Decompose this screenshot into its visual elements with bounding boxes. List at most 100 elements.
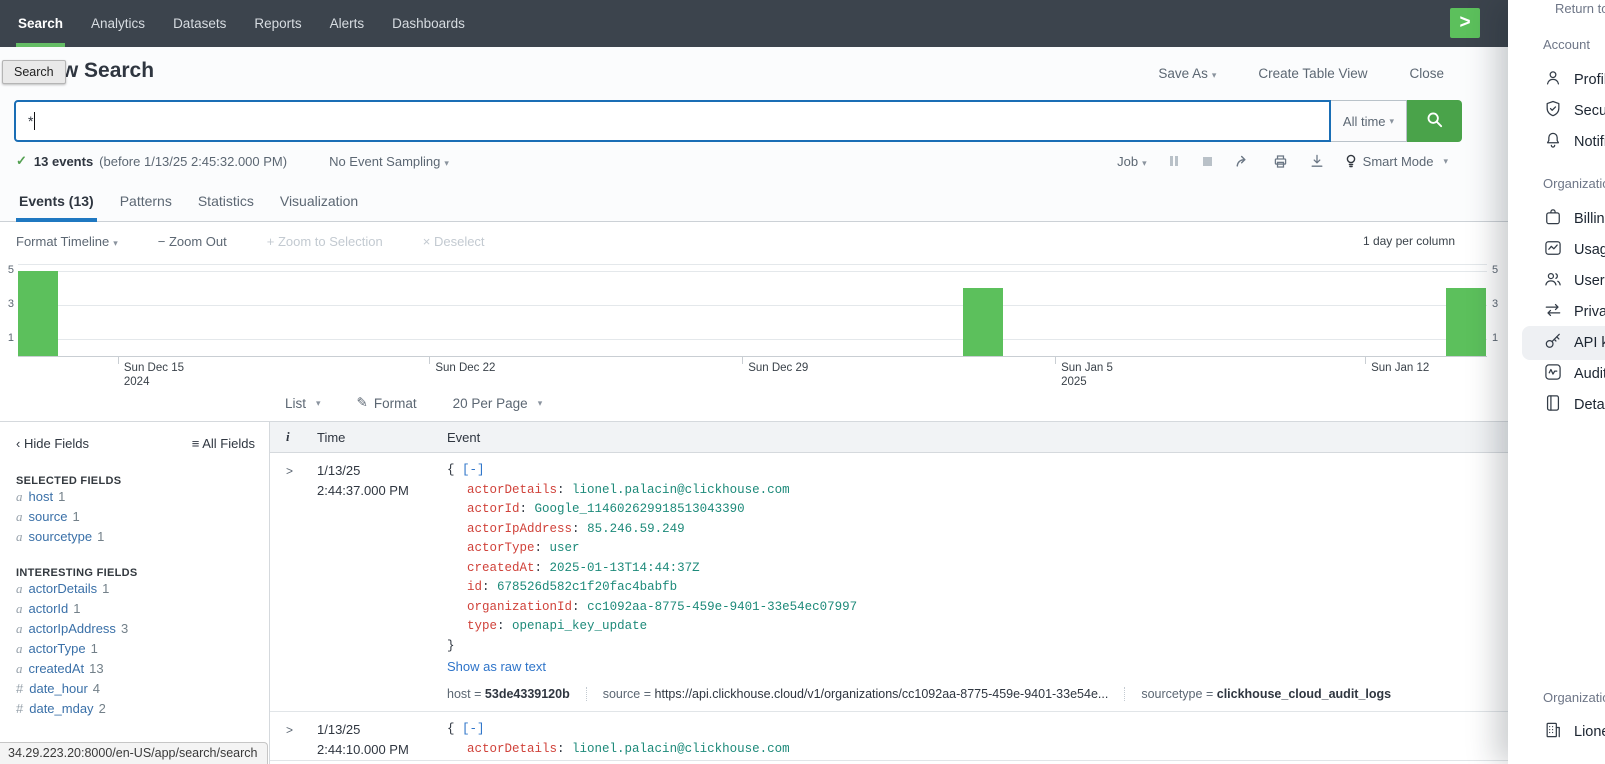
zoom-out-button[interactable]: − Zoom Out — [158, 234, 227, 249]
events-count: 13 events — [34, 154, 93, 169]
panel-item-api-keys[interactable]: API keys — [1543, 332, 1605, 354]
share-icon[interactable] — [1234, 153, 1252, 169]
panel-item-usage[interactable]: Usage — [1543, 239, 1605, 261]
timeline-bar[interactable] — [18, 271, 58, 356]
nav-item-datasets[interactable]: Datasets — [159, 0, 240, 47]
caret-down-icon: ▾ — [1142, 158, 1147, 168]
panel-item-details[interactable]: Details — [1543, 394, 1605, 416]
pencil-icon: ✎ — [357, 395, 368, 411]
page-header: New Search Search Save As▾ Create Table … — [0, 47, 1508, 100]
panel-item-billing[interactable]: Billing — [1543, 208, 1605, 230]
caret-down-icon: ▾ — [444, 158, 449, 168]
panel-item-profile[interactable]: Profile — [1543, 69, 1605, 91]
timeline-bar[interactable] — [1446, 288, 1486, 356]
event-sampling-dropdown[interactable]: No Event Sampling▾ — [329, 154, 449, 169]
interesting-fields-title: INTERESTING FIELDS — [16, 567, 255, 579]
nav-item-search[interactable]: Search — [4, 0, 77, 47]
nav-item-reports[interactable]: Reports — [240, 0, 315, 47]
search-submit-button[interactable] — [1407, 100, 1462, 142]
panel-item-users[interactable]: Users — [1543, 270, 1605, 292]
tab-visualization[interactable]: Visualization — [277, 180, 361, 221]
nav-item-dashboards[interactable]: Dashboards — [378, 0, 479, 47]
collapse-json-link[interactable]: [-] — [462, 722, 485, 736]
x-axis-tick-label: Sun Jan 5 — [1061, 361, 1113, 375]
event-row: > 1/13/25 2:44:37.000 PM { [-] actorDeta… — [270, 453, 1508, 712]
caret-down-icon: ▾ — [1212, 70, 1217, 80]
meta-sourcetype[interactable]: sourcetype = clickhouse_cloud_audit_logs — [1124, 687, 1391, 701]
text-cursor — [34, 112, 35, 130]
field-source[interactable]: asource1 — [16, 507, 255, 527]
panel-item-organization-lionel[interactable]: Lionel — [1543, 721, 1605, 743]
tab-statistics[interactable]: Statistics — [195, 180, 257, 221]
caret-down-icon: ▾ — [538, 398, 543, 409]
x-icon: × — [423, 234, 431, 249]
splunk-logo-icon[interactable]: > — [1450, 8, 1480, 38]
field-date_mday[interactable]: #date_mday2 — [16, 699, 255, 719]
x-axis-tick-label: Sun Dec 15 — [124, 361, 184, 375]
save-as-button[interactable]: Save As▾ — [1158, 66, 1216, 81]
meta-source[interactable]: source = https://api.clickhouse.cloud/v1… — [586, 687, 1109, 701]
field-actorType[interactable]: aactorType1 — [16, 639, 255, 659]
x-axis-tick-label: Sun Dec 22 — [435, 361, 495, 375]
panel-item-security[interactable]: Security — [1543, 100, 1605, 122]
expand-row-chevron-icon[interactable]: > — [286, 464, 293, 478]
list-icon: ≡ — [192, 436, 200, 451]
time-range-picker[interactable]: All time▾ — [1331, 100, 1407, 142]
chart-gridline — [18, 305, 1487, 306]
field-date_hour[interactable]: #date_hour4 — [16, 679, 255, 699]
field-actorDetails[interactable]: aactorDetails1 — [16, 579, 255, 599]
x-axis-tick-label: Sun Dec 29 — [748, 361, 808, 375]
billing-icon — [1543, 207, 1563, 231]
panel-item-private[interactable]: Private — [1543, 301, 1605, 323]
x-axis-tickmark — [742, 356, 743, 364]
all-fields-button[interactable]: ≡ All Fields — [192, 436, 255, 451]
pause-job-icon[interactable] — [1167, 154, 1181, 168]
field-sourcetype[interactable]: asourcetype1 — [16, 527, 255, 547]
fields-sidebar: ‹ Hide Fields ≡ All Fields SELECTED FIEL… — [0, 422, 270, 764]
panel-item-notifications[interactable]: Notifications — [1543, 131, 1605, 153]
expand-row-chevron-icon[interactable]: > — [286, 723, 293, 737]
chart-top-border — [18, 264, 1487, 265]
x-axis-tick-sublabel: 2025 — [1061, 375, 1087, 389]
organization-section-title: Organization — [1543, 176, 1605, 191]
show-raw-text-link[interactable]: Show as raw text — [447, 659, 1508, 674]
column-header-time: Time — [317, 430, 447, 445]
format-timeline-dropdown[interactable]: Format Timeline▾ — [16, 234, 118, 249]
close-button[interactable]: Close — [1409, 66, 1444, 81]
format-button[interactable]: ✎Format — [357, 395, 417, 411]
hide-fields-button[interactable]: ‹ Hide Fields — [16, 436, 89, 451]
field-actorId[interactable]: aactorId1 — [16, 599, 255, 619]
caret-down-icon: ▾ — [1390, 116, 1395, 127]
job-menu[interactable]: Job▾ — [1117, 154, 1147, 169]
app-navbar: Search Analytics Datasets Reports Alerts… — [0, 0, 1508, 47]
chart-gridline — [18, 339, 1487, 340]
field-createdAt[interactable]: acreatedAt13 — [16, 659, 255, 679]
meta-host[interactable]: host = 53de4339120b — [447, 687, 570, 701]
field-host[interactable]: ahost1 — [16, 487, 255, 507]
selected-fields-title: SELECTED FIELDS — [16, 475, 255, 487]
account-section-title: Account — [1543, 37, 1590, 52]
return-to-link[interactable]: Return to — [1555, 1, 1605, 16]
panel-item-audit[interactable]: Audit — [1543, 363, 1605, 385]
zoom-to-selection-button[interactable]: + Zoom to Selection — [267, 234, 383, 249]
nav-item-analytics[interactable]: Analytics — [77, 0, 159, 47]
smart-mode-dropdown[interactable]: Smart Mode▾ — [1345, 154, 1448, 169]
print-icon[interactable] — [1272, 153, 1289, 170]
create-table-view-button[interactable]: Create Table View — [1258, 66, 1367, 81]
tab-events[interactable]: Events (13) — [16, 180, 97, 221]
timeline-bar[interactable] — [963, 288, 1003, 356]
export-icon[interactable] — [1309, 153, 1325, 169]
collapse-json-link[interactable]: [-] — [462, 463, 485, 477]
deselect-button[interactable]: × Deselect — [423, 234, 485, 249]
field-actorIpAddress[interactable]: aactorIpAddress3 — [16, 619, 255, 639]
stop-job-icon[interactable] — [1201, 155, 1214, 168]
tab-patterns[interactable]: Patterns — [117, 180, 175, 221]
nav-item-alerts[interactable]: Alerts — [316, 0, 379, 47]
x-axis-tick-label: Sun Jan 12 — [1371, 361, 1429, 375]
list-view-dropdown[interactable]: List▾ — [285, 396, 321, 411]
timeline-chart[interactable]: 113355Sun Dec 152024Sun Dec 22Sun Dec 29… — [0, 260, 1508, 385]
per-page-dropdown[interactable]: 20 Per Page▾ — [453, 396, 543, 411]
job-done-check-icon: ✓ — [16, 153, 27, 169]
search-input[interactable]: * — [14, 100, 1331, 142]
job-status-row: ✓ 13 events (before 1/13/25 2:45:32.000 … — [0, 142, 1508, 180]
